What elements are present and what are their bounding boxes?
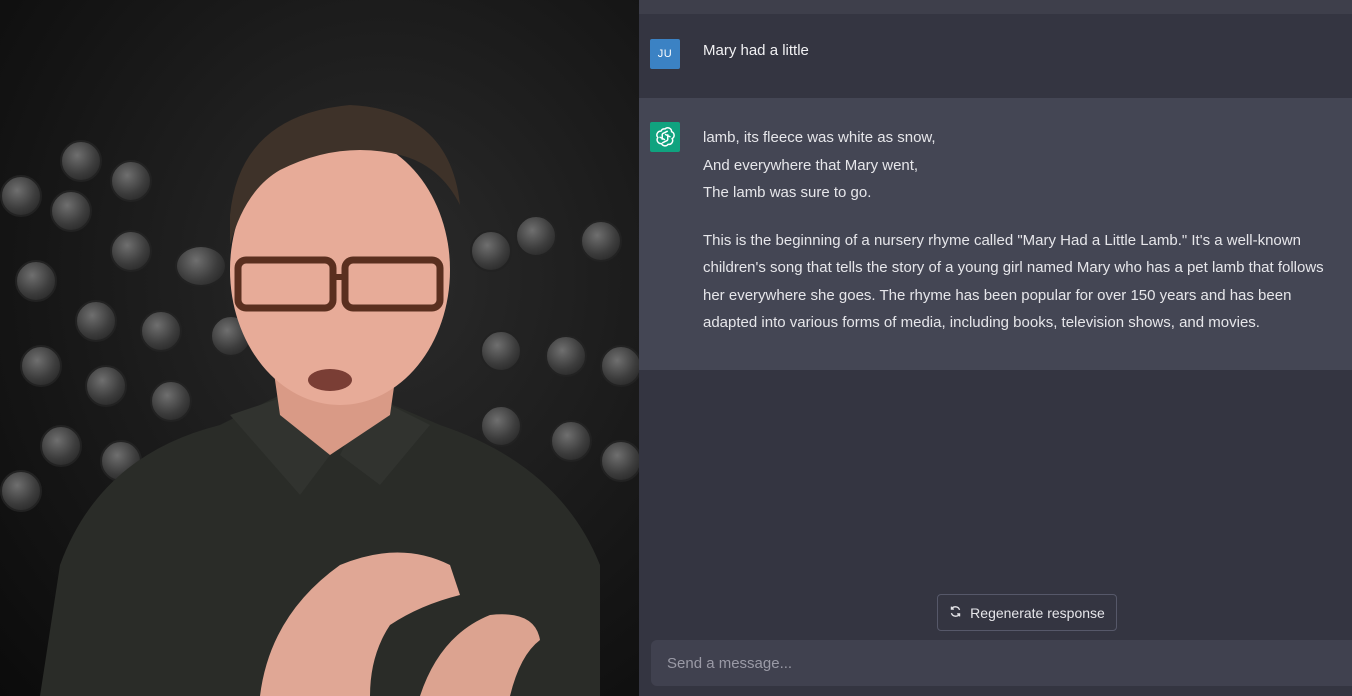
poem-line: lamb, its fleece was white as snow,: [703, 129, 936, 146]
regenerate-response-button[interactable]: Regenerate response: [937, 594, 1117, 631]
poem-line: The lamb was sure to go.: [703, 184, 872, 201]
top-bar: [639, 0, 1352, 14]
message-input[interactable]: [667, 654, 1352, 672]
presenter-video: [0, 0, 639, 696]
openai-logo-icon: [650, 122, 680, 152]
refresh-icon: [949, 605, 962, 621]
chat-panel: JU Mary had a little lamb, its fleece wa…: [639, 0, 1352, 696]
message-input-container: [651, 640, 1352, 686]
user-message-row: JU Mary had a little: [639, 14, 1352, 98]
regenerate-label: Regenerate response: [970, 604, 1105, 621]
user-avatar: JU: [650, 39, 680, 69]
assistant-message-row: lamb, its fleece was white as snow, And …: [639, 98, 1352, 370]
presenter-figure: [40, 105, 600, 696]
user-message-text: Mary had a little: [703, 42, 809, 59]
assistant-message-text: lamb, its fleece was white as snow, And …: [703, 124, 1348, 337]
poem-line: And everywhere that Mary went,: [703, 156, 919, 174]
explanation-paragraph: This is the beginning of a nursery rhyme…: [703, 231, 1324, 332]
